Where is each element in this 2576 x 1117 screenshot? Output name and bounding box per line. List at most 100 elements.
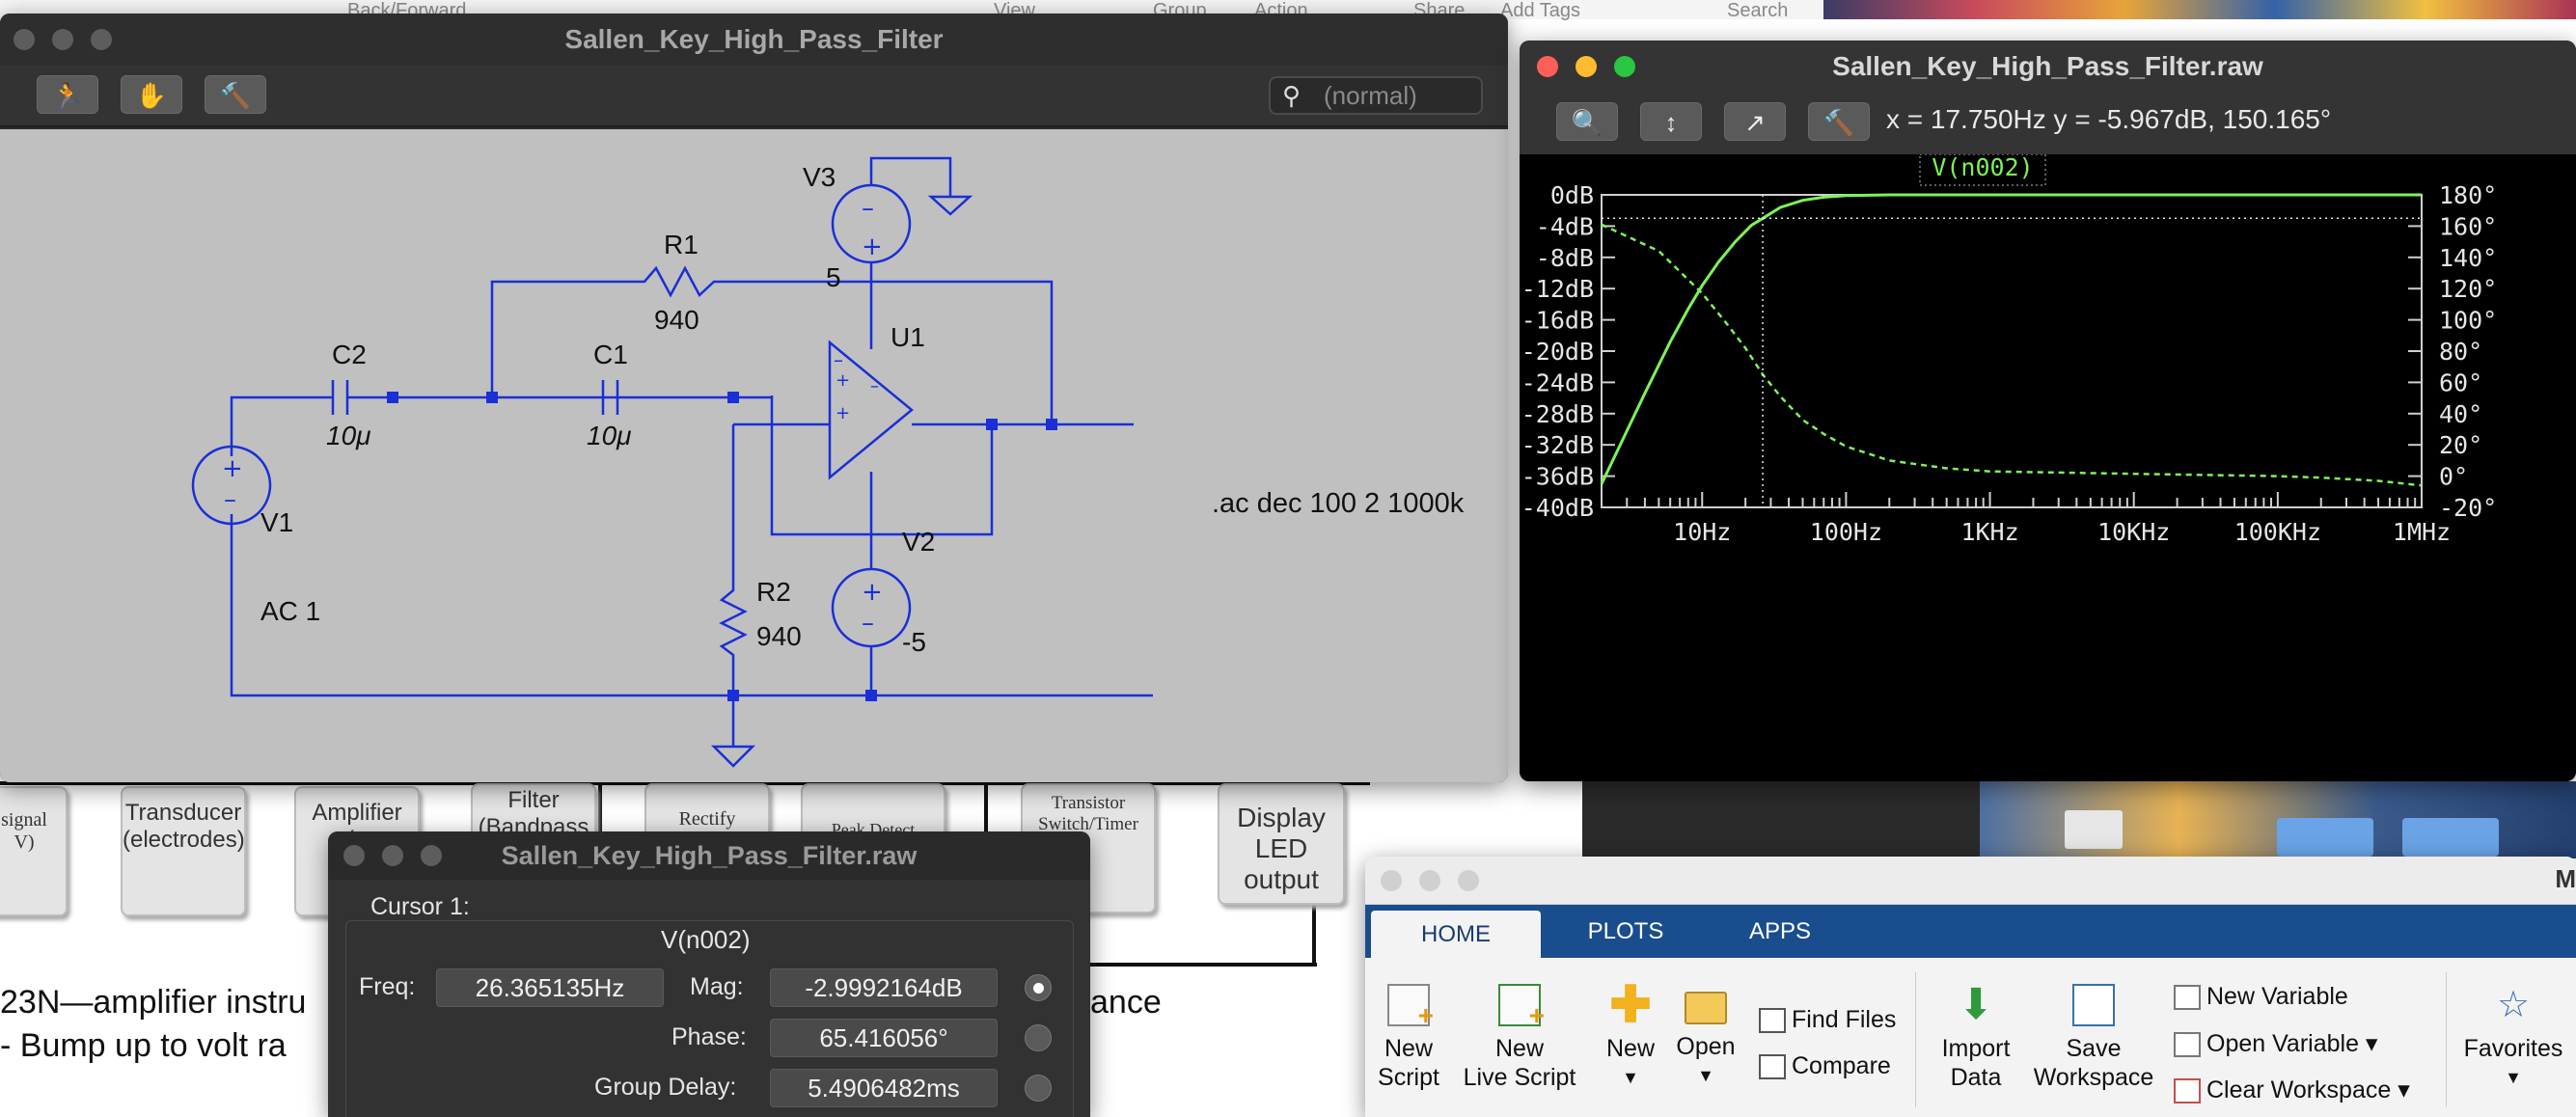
clear-workspace-button[interactable]: Clear Workspace ▾ xyxy=(2174,1076,2410,1104)
matlab-window[interactable]: M HOME PLOTS APPS + New Script + New Liv… xyxy=(1365,857,2576,1117)
open-variable-button[interactable]: Open Variable ▾ xyxy=(2174,1029,2377,1058)
close-button[interactable] xyxy=(1537,56,1558,77)
magnitude-series xyxy=(1600,193,2422,485)
finder-add-tags[interactable]: Add Tags xyxy=(1500,0,1580,22)
x-tick-label: 1MHz xyxy=(2393,518,2451,546)
y-left-tick-label: -28dB xyxy=(1521,400,1594,428)
zoom-tool-icon[interactable]: 🔍 xyxy=(1556,102,1618,141)
v1-value[interactable]: AC 1 xyxy=(260,596,320,627)
close-button[interactable] xyxy=(343,845,365,866)
v3-name[interactable]: V3 xyxy=(803,162,836,193)
svg-text:+: + xyxy=(836,403,850,423)
mag-field[interactable]: -2.9992164dB xyxy=(770,968,998,1007)
waveform-toolbar: 🔍 ↕ ↗ 🔨 x = 17.750Hz y = -5.967dB, 150.1… xyxy=(1520,93,2576,154)
r1-name[interactable]: R1 xyxy=(664,230,699,260)
v1-name[interactable]: V1 xyxy=(260,507,293,538)
svg-text:+: + xyxy=(222,454,243,483)
save-workspace-button[interactable]: Save Workspace xyxy=(2031,984,2156,1092)
zoom-button[interactable] xyxy=(421,845,442,866)
search-icon: ⚲ xyxy=(1282,81,1302,110)
v2-value[interactable]: -5 xyxy=(902,627,926,658)
new-button[interactable]: ✚ New ▼ xyxy=(1597,980,1664,1092)
toolstrip-tabs: HOME PLOTS APPS xyxy=(1365,905,2576,958)
y-right-tick-label: 140° xyxy=(2439,244,2497,272)
plot-area[interactable]: 0dB -4dB -8dB -12dB -16dB -20dB -24dB -28dB -32d… xyxy=(1520,153,2576,781)
zoom-button[interactable] xyxy=(91,29,112,50)
x-tick-label: 100Hz xyxy=(1810,518,1882,546)
phase-field[interactable]: 65.416056° xyxy=(770,1019,998,1057)
new-live-script-button[interactable]: + New Live Script xyxy=(1462,984,1577,1092)
zoom-button[interactable] xyxy=(1614,56,1635,77)
block-signal: signal V) xyxy=(0,786,68,916)
hammer-icon[interactable]: 🔨 xyxy=(205,75,266,114)
favorites-button[interactable]: ☆ Favorites ▼ xyxy=(2455,984,2571,1092)
compare-button[interactable]: Compare xyxy=(1759,1052,1891,1080)
minimize-button[interactable] xyxy=(1576,56,1597,77)
cursor-window[interactable]: Sallen_Key_High_Pass_Filter.raw Cursor 1… xyxy=(328,831,1090,1117)
star-icon: ☆ xyxy=(2496,985,2531,1025)
waveform-titlebar[interactable]: Sallen_Key_High_Pass_Filter.raw xyxy=(1520,41,2576,93)
minimize-button[interactable] xyxy=(382,845,403,866)
new-live-script-label: New Live Script xyxy=(1463,1035,1576,1091)
import-data-button[interactable]: ⬇ Import Data xyxy=(1928,984,2024,1092)
autorange-icon[interactable]: ↕ xyxy=(1640,102,1702,141)
tab-home[interactable]: HOME xyxy=(1371,911,1541,958)
cursor-window-titlebar[interactable]: Sallen_Key_High_Pass_Filter.raw xyxy=(328,831,1090,880)
phase-radio[interactable] xyxy=(1025,1024,1052,1051)
schematic-titlebar[interactable]: Sallen_Key_High_Pass_Filter xyxy=(0,14,1508,66)
close-button[interactable] xyxy=(1381,870,1402,891)
plot-frame xyxy=(1601,194,2423,508)
schematic-window[interactable]: Sallen_Key_High_Pass_Filter 🏃 ✋ 🔨 ⚲ (nor… xyxy=(0,14,1508,782)
waveform-window[interactable]: Sallen_Key_High_Pass_Filter.raw 🔍 ↕ ↗ 🔨 … xyxy=(1520,41,2576,781)
spice-directive[interactable]: .ac dec 100 2 1000k xyxy=(1212,488,1464,520)
new-variable-button[interactable]: New Variable xyxy=(2174,983,2348,1011)
v3-value[interactable]: 5 xyxy=(826,262,841,293)
tab-apps[interactable]: APPS xyxy=(1713,905,1848,958)
mag-label: Mag: xyxy=(690,973,744,1000)
mag-radio[interactable] xyxy=(1025,974,1052,1001)
group-delay-field[interactable]: 5.4906482ms xyxy=(770,1069,998,1107)
new-variable-icon xyxy=(2174,985,2201,1011)
block-display: Display LED output xyxy=(1218,783,1345,905)
finder-search[interactable]: Search xyxy=(1727,0,1788,22)
group-delay-radio[interactable] xyxy=(1025,1075,1052,1102)
svg-text:–: – xyxy=(862,194,874,223)
y-left-tick-label: -16dB xyxy=(1521,307,1594,335)
c2-name[interactable]: C2 xyxy=(332,340,367,370)
y-left-tick-label: -36dB xyxy=(1521,463,1594,491)
freq-field[interactable]: 26.365135Hz xyxy=(436,968,664,1007)
run-icon[interactable]: 🏃 xyxy=(37,75,98,114)
c1-name[interactable]: C1 xyxy=(593,340,628,370)
trace-label: V(n002) xyxy=(1932,154,2033,181)
new-script-label: New Script xyxy=(1378,1035,1439,1091)
tab-plots[interactable]: PLOTS xyxy=(1558,905,1693,958)
new-script-button[interactable]: + New Script xyxy=(1375,984,1442,1092)
hand-icon[interactable]: ✋ xyxy=(121,75,182,114)
chevron-down-icon: ▼ xyxy=(1622,1068,1639,1087)
cursor-label: Cursor 1: xyxy=(370,893,470,920)
r2-name[interactable]: R2 xyxy=(756,577,791,608)
folder-icon xyxy=(1685,992,1727,1024)
c2-value[interactable]: 10μ xyxy=(326,421,370,451)
close-button[interactable] xyxy=(14,29,35,50)
zoom-button[interactable] xyxy=(1458,870,1479,891)
freq-label: Freq: xyxy=(359,973,416,1000)
v2-name[interactable]: V2 xyxy=(902,527,935,558)
hammer-icon[interactable]: 🔨 xyxy=(1808,102,1870,141)
u1-name[interactable]: U1 xyxy=(891,322,925,353)
divider xyxy=(1915,972,1916,1107)
y-left-tick-label: -12dB xyxy=(1521,275,1594,303)
matlab-titlebar[interactable]: M xyxy=(1365,857,2576,905)
minimize-button[interactable] xyxy=(1419,870,1440,891)
svg-text:–: – xyxy=(224,485,236,514)
y-right-tick-label: 40° xyxy=(2439,400,2482,428)
find-files-button[interactable]: Find Files xyxy=(1759,1006,1896,1034)
open-button[interactable]: Open ▼ xyxy=(1672,984,1740,1090)
minimize-button[interactable] xyxy=(52,29,73,50)
r1-value[interactable]: 940 xyxy=(654,305,699,336)
r2-value[interactable]: 940 xyxy=(756,621,802,652)
c1-value[interactable]: 10μ xyxy=(587,421,631,451)
schematic-canvas[interactable]: + – – + + – – + + – V3 5 R1 940 C2 10μ C1 10μ… xyxy=(0,129,1508,782)
pan-icon[interactable]: ↗ xyxy=(1724,102,1786,141)
search-input[interactable]: ⚲ (normal) xyxy=(1269,76,1483,115)
